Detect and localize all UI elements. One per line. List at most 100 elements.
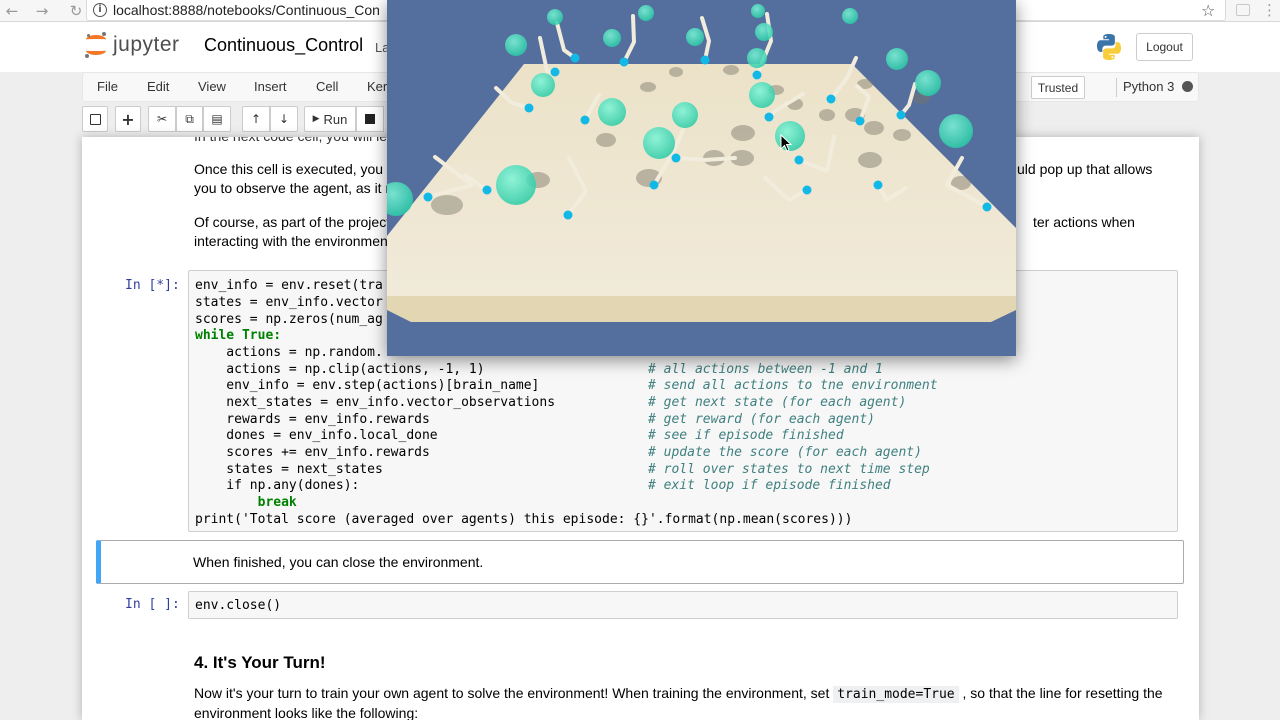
arm-tip [580, 115, 590, 125]
sphere-shadow [640, 82, 656, 92]
unity-environment-window[interactable] [387, 0, 1016, 356]
code-line: break [195, 495, 297, 510]
arm-tip [563, 210, 573, 220]
info-icon[interactable]: i [93, 3, 107, 17]
menu-cell[interactable]: Cell [316, 79, 338, 94]
target-sphere [496, 165, 536, 205]
notebook-title[interactable]: Continuous_Control [204, 35, 363, 56]
arm-tip [482, 185, 492, 195]
paste-button[interactable]: ▤ [203, 106, 231, 132]
code-comment: # all actions between -1 and 1 [648, 362, 883, 377]
jupyter-logo-text: jupyter [113, 33, 180, 56]
sphere-shadow [431, 195, 463, 215]
target-sphere [749, 82, 775, 108]
sphere-shadow [819, 109, 835, 121]
sphere-shadow [731, 125, 755, 141]
arm-tip [619, 57, 629, 67]
markdown-turn-line1: Now it's your turn to train your own age… [194, 684, 1163, 704]
target-sphere [755, 23, 773, 41]
kernel-separator [1116, 78, 1117, 97]
copy-icon: ⧉ [185, 111, 194, 126]
bookmark-star-icon[interactable]: ☆ [1201, 1, 1215, 20]
target-sphere [505, 34, 527, 56]
code-comment: # get next state (for each agent) [648, 395, 907, 410]
code-line: env_info = env.reset(tra [195, 278, 383, 293]
markdown-partial-line: In the next code cell, you will lea [194, 137, 395, 146]
cut-button[interactable]: ✂ [148, 106, 176, 132]
save-button[interactable] [82, 106, 108, 132]
interrupt-button[interactable] [356, 106, 384, 132]
logout-button[interactable]: Logout [1136, 33, 1193, 61]
arm-tip [982, 202, 992, 212]
back-arrow-icon[interactable]: ← [0, 0, 24, 22]
code-comment: # roll over states to next time step [648, 462, 930, 477]
code-line: states = env_info.vector [195, 295, 383, 310]
target-sphere [747, 48, 767, 68]
markdown-para2-line1: Of course, as part of the project [194, 214, 391, 230]
sphere-shadow [864, 121, 884, 135]
menu-kernel[interactable]: Ker [367, 79, 387, 94]
insert-cell-button[interactable]: + [115, 106, 141, 132]
jupyter-logo-icon [84, 32, 108, 58]
browser-menu-icon[interactable]: ⋮ [1262, 1, 1277, 19]
code-line: print('Total score (averaged over agents… [195, 512, 853, 527]
code-line: scores = np.zeros(num_ag [195, 312, 383, 327]
save-icon [89, 113, 101, 125]
copy-button[interactable]: ⧉ [176, 106, 203, 132]
close-cell-input[interactable]: env.close() [188, 591, 1178, 619]
code-line: actions = np.clip(actions, -1, 1) [195, 362, 485, 377]
play-icon: ▶ [312, 114, 320, 124]
turn-text-post: , so that the line for resetting the [962, 685, 1163, 701]
run-button[interactable]: ▶ Run [304, 106, 356, 132]
markdown-para1-line2: you to observe the agent, as it m [194, 180, 398, 196]
reacher-scene [387, 0, 1016, 356]
move-down-button[interactable]: ↓ [270, 106, 298, 132]
code-line: next_states = env_info.vector_observatio… [195, 395, 556, 410]
arm-tip [550, 67, 560, 77]
code-line: scores += env_info.rewards [195, 445, 430, 460]
code-line: dones = env_info.local_done [195, 428, 438, 443]
selected-markdown-cell[interactable]: When finished, you can close the environ… [96, 540, 1184, 584]
menu-view[interactable]: View [198, 79, 226, 94]
arm-tip [896, 110, 906, 120]
target-sphere [531, 73, 555, 97]
arm-tip [752, 70, 762, 80]
move-up-button[interactable]: ↑ [242, 106, 270, 132]
arrow-up-icon: ↑ [250, 112, 262, 126]
trusted-badge[interactable]: Trusted [1031, 76, 1085, 99]
markdown-finished-text: When finished, you can close the environ… [193, 554, 484, 570]
code-line: actions = np.random. [195, 345, 383, 360]
arena-edge [387, 296, 1016, 322]
extension-icon[interactable] [1236, 4, 1250, 16]
arm-tip [802, 185, 812, 195]
target-sphere [598, 98, 626, 126]
inline-code: train_mode=True [833, 686, 959, 703]
code-comment: # exit loop if episode finished [648, 478, 891, 493]
code-line: while True: [195, 328, 282, 343]
close-cell-prompt: In [ ]: [125, 597, 180, 612]
target-sphere [686, 28, 704, 46]
markdown-para2-line1-end: ter actions when [1033, 214, 1135, 230]
menu-file[interactable]: File [97, 79, 118, 94]
kernel-name[interactable]: Python 3 [1123, 79, 1174, 94]
arm-tip [700, 55, 710, 65]
sphere-shadow [669, 67, 683, 77]
python-logo-icon [1097, 34, 1121, 60]
forward-arrow-icon[interactable]: → [30, 0, 54, 22]
arm-tip [649, 180, 659, 190]
reload-icon[interactable]: ↻ [64, 0, 88, 22]
code-comment: # get reward (for each agent) [648, 412, 875, 427]
menu-edit[interactable]: Edit [147, 79, 169, 94]
target-sphere [638, 5, 654, 21]
sphere-shadow [858, 152, 882, 168]
arm-tip [764, 112, 774, 122]
jupyter-logo[interactable]: jupyter [84, 32, 180, 58]
target-sphere [751, 4, 765, 18]
code-comment: # see if episode finished [648, 428, 844, 443]
arm-tip [855, 116, 865, 126]
plus-icon: + [121, 109, 135, 129]
reacher-arm [674, 156, 737, 162]
code-line: rewards = env_info.rewards [195, 412, 430, 427]
code-line: env_info = env.step(actions)[brain_name] [195, 378, 540, 393]
menu-insert[interactable]: Insert [254, 79, 287, 94]
